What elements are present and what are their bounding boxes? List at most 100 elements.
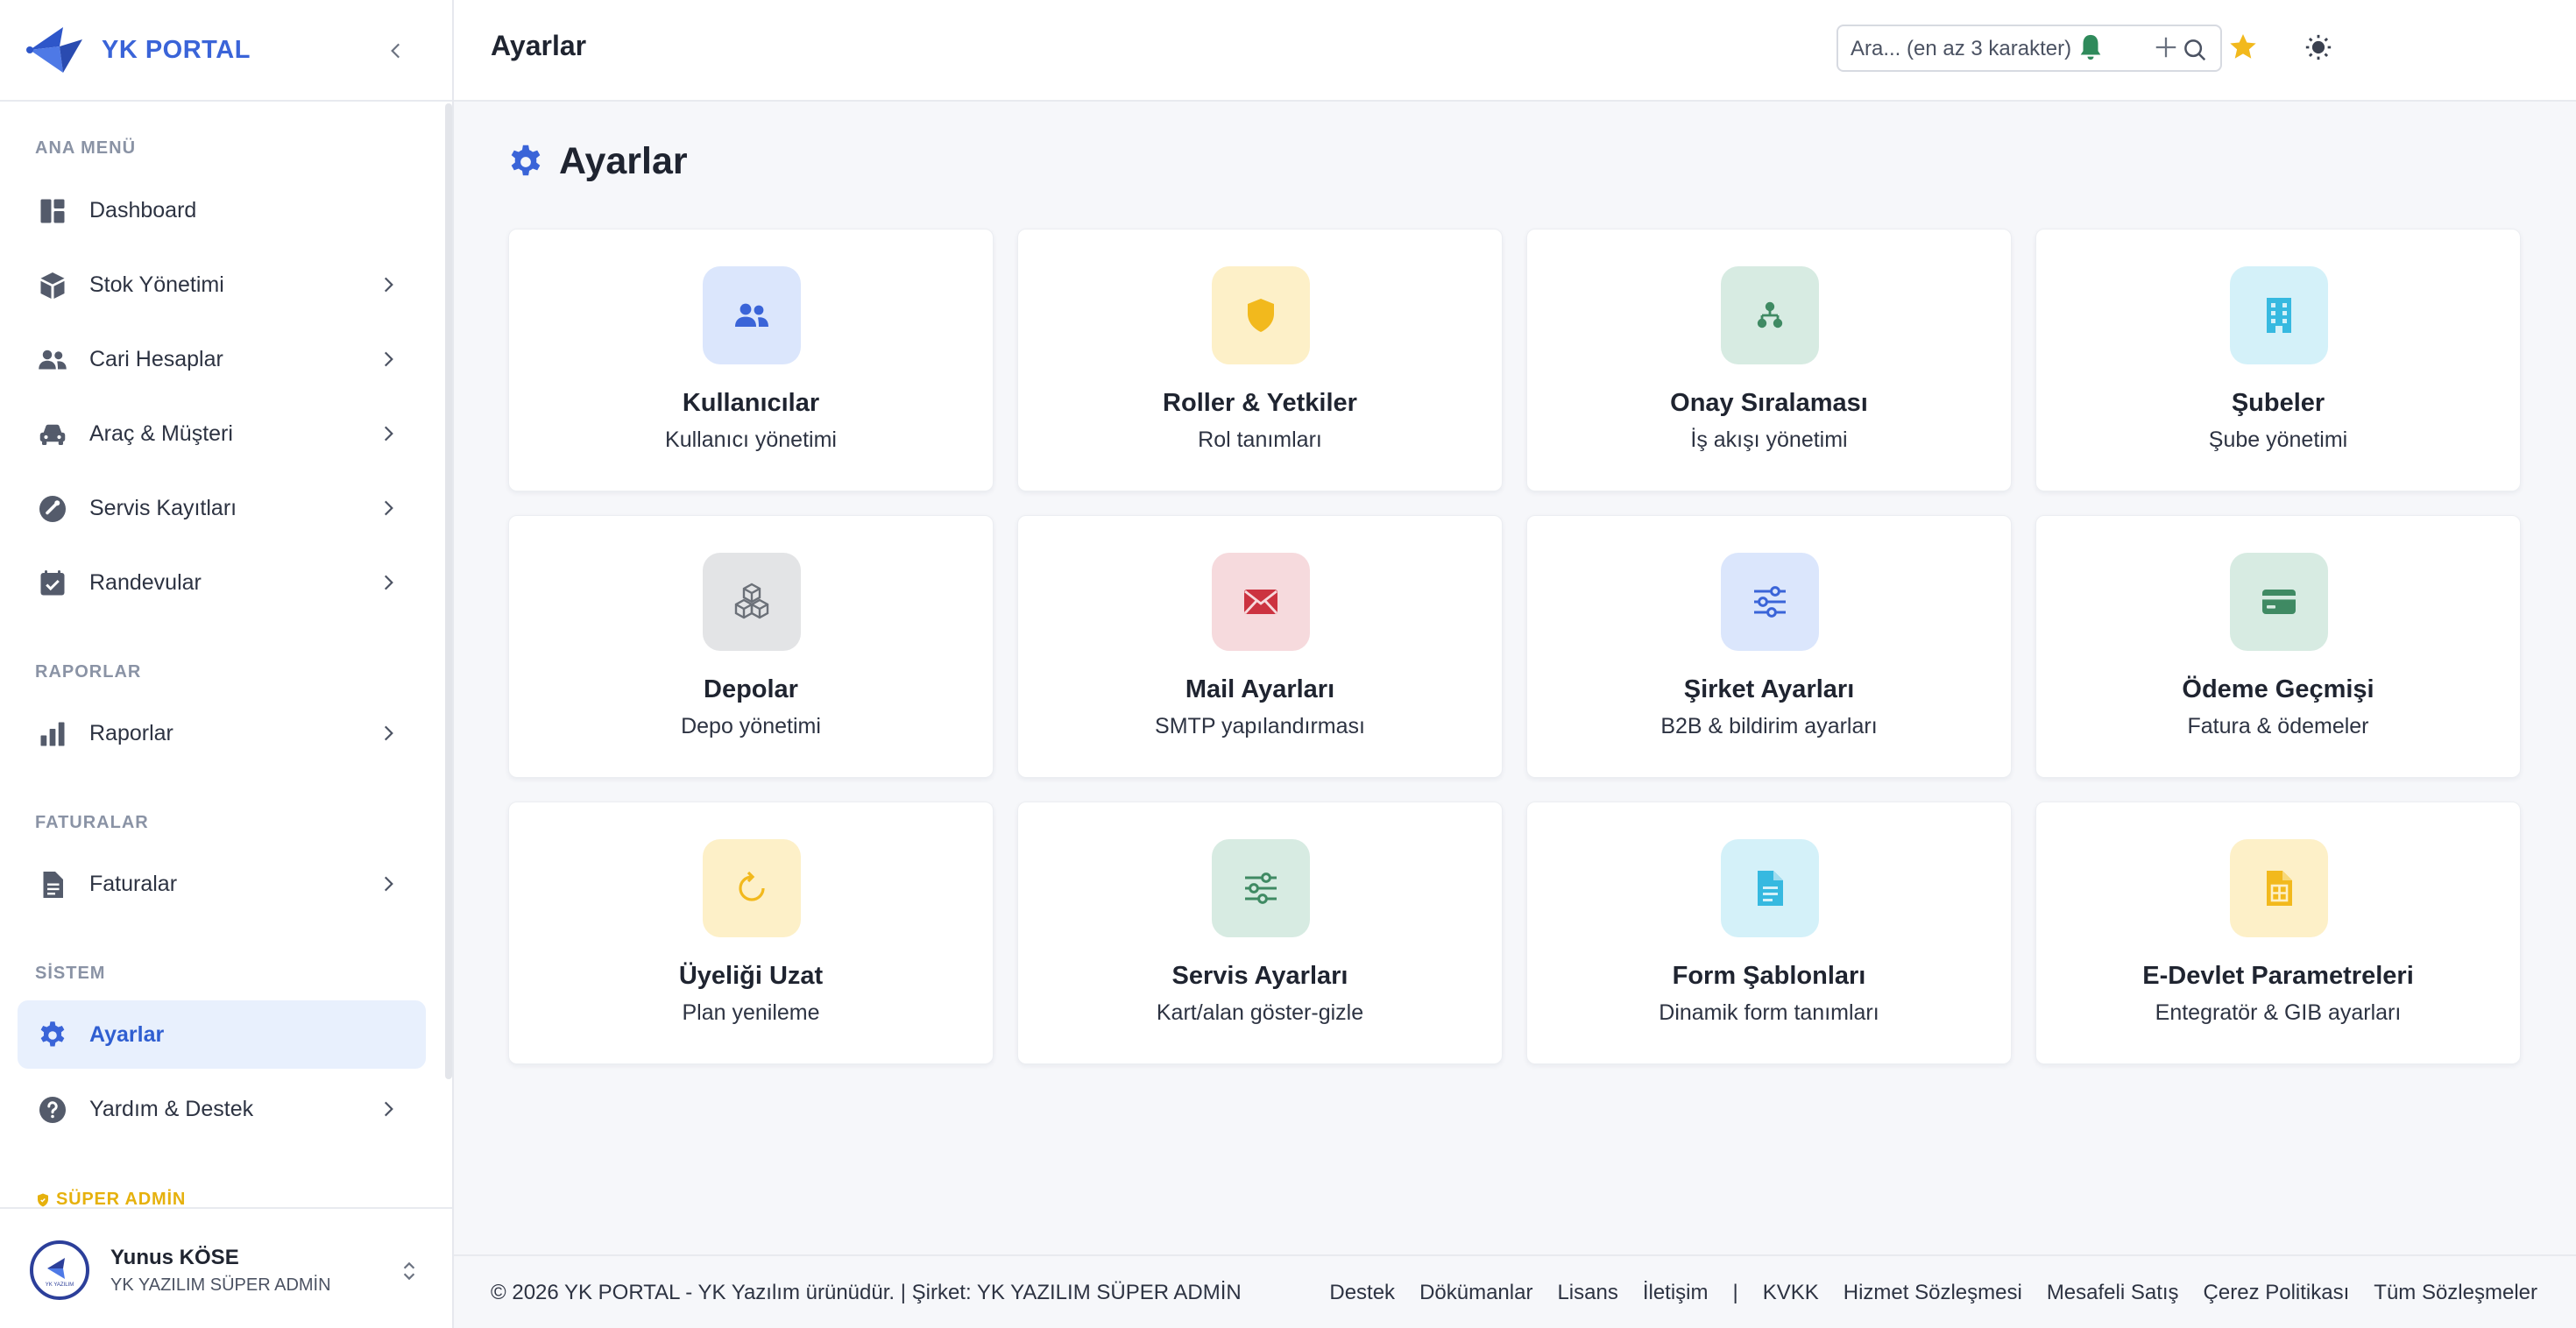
chevron-right-icon — [384, 351, 393, 367]
card-title: E-Devlet Parametreleri — [2142, 962, 2414, 990]
card-title: Servis Ayarları — [1171, 962, 1348, 990]
car-icon — [39, 424, 66, 445]
theme-toggle-button[interactable] — [2299, 28, 2338, 67]
card-icon-badge — [1212, 266, 1310, 364]
footer-link-tum[interactable]: Tüm Sözleşmeler — [2374, 1281, 2537, 1305]
footer-links: Destek Dökümanlar Lisans İletişim | KVKK… — [1329, 1281, 2537, 1305]
card-icon-badge — [1721, 839, 1819, 937]
shield-icon — [38, 1193, 48, 1206]
settings-card-forms[interactable]: Form Şablonları Dinamik form tanımları — [1526, 802, 2012, 1064]
sidebar-item-raporlar[interactable]: Raporlar — [18, 699, 426, 767]
sidebar-item-label: Dashboard — [89, 197, 197, 223]
card-subtitle: Şube yönetimi — [2208, 427, 2348, 452]
search-input[interactable] — [1851, 33, 2175, 65]
users-icon — [39, 350, 67, 370]
footer-link-lisans[interactable]: Lisans — [1557, 1281, 1617, 1305]
card-title: Kullanıcılar — [682, 389, 820, 417]
footer: © 2026 YK PORTAL - YK Yazılım ürünüdür. … — [454, 1254, 2576, 1328]
brand[interactable]: YK PORTAL — [0, 0, 452, 102]
footer-link-mesafeli[interactable]: Mesafeli Satış — [2047, 1281, 2179, 1305]
dashboard-icon — [40, 199, 65, 223]
settings-card-users[interactable]: Kullanıcılar Kullanıcı yönetimi — [508, 229, 994, 491]
card-icon-badge — [2230, 553, 2328, 651]
favorites-button[interactable] — [2224, 28, 2262, 67]
settings-card-company[interactable]: Şirket Ayarları B2B & bildirim ayarları — [1526, 515, 2012, 778]
plus-icon — [2155, 37, 2176, 58]
sidebar-item-cari[interactable]: Cari Hesaplar — [18, 325, 426, 393]
box-icon — [40, 272, 65, 299]
search-icon[interactable] — [2182, 37, 2208, 63]
card-icon-badge — [1212, 839, 1310, 937]
chevron-right-icon — [384, 426, 393, 441]
sidebar-item-label: Stok Yönetimi — [89, 272, 224, 297]
footer-link-cerez[interactable]: Çerez Politikası — [2204, 1281, 2350, 1305]
settings-card-mail[interactable]: Mail Ayarları SMTP yapılandırması — [1017, 515, 1503, 778]
sidebar-item-stok[interactable]: Stok Yönetimi — [18, 251, 426, 319]
settings-card-roles[interactable]: Roller & Yetkiler Rol tanımları — [1017, 229, 1503, 491]
footer-link-hizmet[interactable]: Hizmet Sözleşmesi — [1844, 1281, 2022, 1305]
envelope-icon — [1243, 590, 1278, 614]
card-title: Üyeliği Uzat — [678, 962, 824, 990]
card-subtitle: Kart/alan göster-gizle — [1156, 1000, 1364, 1025]
card-subtitle: Depo yönetimi — [681, 714, 821, 738]
chevron-right-icon — [384, 277, 393, 293]
card-title: Onay Sıralaması — [1670, 389, 1868, 417]
settings-card-warehouses[interactable]: Depolar Depo yönetimi — [508, 515, 994, 778]
sidebar-item-randevular[interactable]: Randevular — [18, 548, 426, 617]
refresh-icon — [739, 871, 765, 901]
sidebar-item-label: Ayarlar — [89, 1021, 165, 1047]
notifications-button[interactable] — [2071, 28, 2110, 67]
card-subtitle: Plan yenileme — [682, 1000, 820, 1025]
card-subtitle: Fatura & ödemeler — [2187, 714, 2369, 738]
section-title-main: ANA MENÜ — [35, 138, 137, 158]
card-subtitle: Rol tanımları — [1198, 427, 1322, 452]
card-title: Şubeler — [2231, 389, 2325, 417]
user-menu[interactable]: YK YAZILIM Yunus KÖSE YK YAZILIM SÜPER A… — [0, 1207, 452, 1328]
page-title: Ayarlar — [491, 30, 587, 61]
boxes-icon — [734, 583, 769, 619]
sliders-icon — [1754, 586, 1786, 618]
building-icon — [2267, 298, 2291, 333]
avatar-logo-icon: YK YAZILIM — [46, 1258, 74, 1288]
footer-link-destek[interactable]: Destek — [1329, 1281, 1395, 1305]
card-title: Şirket Ayarları — [1683, 675, 1855, 703]
sidebar-item-ayarlar[interactable]: Ayarlar — [18, 1000, 426, 1069]
card-icon-badge — [1721, 553, 1819, 651]
collapse-sidebar-button[interactable] — [379, 33, 414, 68]
sidebar-scrollbar[interactable] — [445, 103, 452, 1079]
footer-link-dokumanlar[interactable]: Dökümanlar — [1419, 1281, 1532, 1305]
card-title: Form Şablonları — [1672, 962, 1866, 990]
avatar[interactable]: YK YAZILIM — [30, 1240, 89, 1300]
user-name: Yunus KÖSE — [110, 1246, 239, 1269]
card-icon-badge — [703, 266, 801, 364]
sidebar-item-yardim[interactable]: Yardım & Destek — [18, 1075, 426, 1143]
chevron-up-down-icon[interactable] — [398, 1258, 421, 1284]
settings-card-edevlet[interactable]: E-Devlet Parametreleri Entegratör & GIB … — [2035, 802, 2521, 1064]
sliders-icon — [1245, 872, 1277, 904]
spreadsheet-icon — [2267, 871, 2292, 906]
card-subtitle: İş akışı yönetimi — [1690, 427, 1848, 452]
gear-icon — [40, 1021, 65, 1047]
settings-card-approval[interactable]: Onay Sıralaması İş akışı yönetimi — [1526, 229, 2012, 491]
settings-card-branches[interactable]: Şubeler Şube yönetimi — [2035, 229, 2521, 491]
card-title: Roller & Yetkiler — [1163, 389, 1357, 417]
settings-card-membership[interactable]: Üyeliği Uzat Plan yenileme — [508, 802, 994, 1064]
chevron-left-icon — [391, 43, 400, 59]
footer-link-kvkk[interactable]: KVKK — [1763, 1281, 1819, 1305]
settings-card-payments[interactable]: Ödeme Geçmişi Fatura & ödemeler — [2035, 515, 2521, 778]
sidebar-nav[interactable]: ANA MENÜ Dashboard Stok Yönetimi Cari He… — [0, 103, 443, 1207]
card-title: Ödeme Geçmişi — [2182, 675, 2374, 703]
settings-card-service[interactable]: Servis Ayarları Kart/alan göster-gizle — [1017, 802, 1503, 1064]
hierarchy-icon — [1757, 301, 1783, 328]
card-icon-badge — [2230, 266, 2328, 364]
page-heading: Ayarlar — [506, 140, 688, 183]
sidebar-item-faturalar[interactable]: Faturalar — [18, 850, 426, 918]
page-heading-title: Ayarlar — [559, 140, 688, 182]
sidebar-item-label: Cari Hesaplar — [89, 346, 223, 371]
bell-icon — [2080, 34, 2101, 60]
add-button[interactable] — [2147, 28, 2185, 67]
sidebar-item-arac[interactable]: Araç & Müşteri — [18, 399, 426, 468]
sidebar-item-dashboard[interactable]: Dashboard — [18, 176, 426, 244]
sidebar-item-servis[interactable]: Servis Kayıtları — [18, 474, 426, 542]
footer-link-iletisim[interactable]: İletişim — [1643, 1281, 1709, 1305]
